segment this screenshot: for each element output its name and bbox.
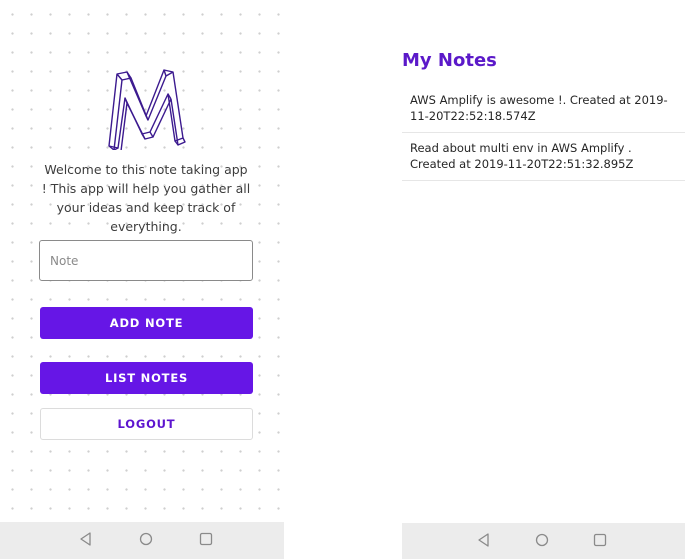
navigation-bar xyxy=(0,522,284,559)
back-icon[interactable] xyxy=(476,532,492,548)
recents-icon[interactable] xyxy=(592,532,608,548)
add-note-label: ADD NOTE xyxy=(109,316,184,330)
list-notes-label: LIST NOTES xyxy=(104,371,189,385)
home-screen: Welcome to this note taking app ! This a… xyxy=(0,0,284,559)
home-icon[interactable] xyxy=(138,531,154,547)
list-notes-button[interactable]: LIST NOTES xyxy=(40,362,253,394)
notes-screen: My Notes AWS Amplify is awesome !. Creat… xyxy=(402,0,685,559)
note-text: AWS Amplify is awesome !. Created at 201… xyxy=(410,93,668,123)
note-text: Read about multi env in AWS Amplify . Cr… xyxy=(410,141,634,171)
page-title: My Notes xyxy=(402,50,497,71)
notes-list: AWS Amplify is awesome !. Created at 201… xyxy=(402,85,685,181)
back-icon[interactable] xyxy=(78,531,94,547)
welcome-text: Welcome to this note taking app ! This a… xyxy=(41,162,251,234)
add-note-button[interactable]: ADD NOTE xyxy=(40,307,253,339)
logout-button[interactable]: LOGOUT xyxy=(40,408,253,440)
navigation-bar xyxy=(402,523,685,559)
app-logo xyxy=(108,69,186,150)
home-icon[interactable] xyxy=(534,532,550,548)
note-input[interactable] xyxy=(39,240,253,281)
note-item[interactable]: Read about multi env in AWS Amplify . Cr… xyxy=(402,133,685,181)
recents-icon[interactable] xyxy=(198,531,214,547)
logout-label: LOGOUT xyxy=(117,417,176,431)
note-item[interactable]: AWS Amplify is awesome !. Created at 201… xyxy=(402,85,685,133)
